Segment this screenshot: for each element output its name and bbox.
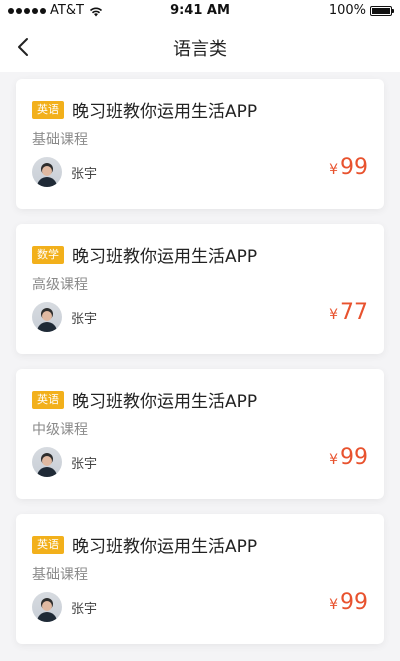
course-title-row: 英语 晚习班教你运用生活APP [32,387,257,412]
price: ¥ 99 [329,155,368,180]
course-level: 中级课程 [32,422,88,438]
currency-symbol: ¥ [329,162,338,178]
status-bar-right: 100% [328,3,394,18]
battery-percent: 100% [328,3,366,18]
price-amount: 99 [340,445,368,470]
battery-fill [372,7,390,14]
subject-tag: 英语 [32,390,64,409]
course-level: 高级课程 [32,277,88,293]
course-card[interactable]: 英语 晚习班教你运用生活APP 基础课程 张宇 ¥ 99 [16,79,384,209]
teacher-name: 张宇 [71,312,98,327]
subject-tag: 数学 [32,245,64,264]
battery-icon [370,5,394,16]
course-title: 晚习班教你运用生活APP [72,537,258,557]
subject-tag: 英语 [32,535,64,554]
course-title: 晚习班教你运用生活APP [72,102,258,122]
currency-symbol: ¥ [329,452,338,468]
price: ¥ 77 [329,300,368,325]
course-level: 基础课程 [32,567,88,583]
avatar [32,592,62,622]
nav-bar: 语言类 [0,22,400,72]
page-title: 语言类 [173,39,227,60]
price-amount: 77 [340,300,368,325]
subject-tag: 英语 [32,100,64,119]
price-amount: 99 [340,155,368,180]
course-title-row: 英语 晚习班教你运用生活APP [32,532,257,557]
course-card[interactable]: 英语 晚习班教你运用生活APP 基础课程 张宇 ¥ 99 [16,514,384,644]
price: ¥ 99 [329,445,368,470]
price: ¥ 99 [329,590,368,615]
course-card[interactable]: 数学 晚习班教你运用生活APP 高级课程 张宇 ¥ 77 [16,224,384,354]
course-card[interactable]: 英语 晚习班教你运用生活APP 中级课程 张宇 ¥ 99 [16,369,384,499]
avatar [32,302,62,332]
price-amount: 99 [340,590,368,615]
course-title: 晚习班教你运用生活APP [72,392,258,412]
avatar [32,157,62,187]
avatar [32,447,62,477]
course-level: 基础课程 [32,132,88,148]
teacher-name: 张宇 [71,457,98,472]
teacher-name: 张宇 [71,602,98,617]
course-title: 晚习班教你运用生活APP [72,247,258,267]
currency-symbol: ¥ [329,597,338,613]
currency-symbol: ¥ [329,307,338,323]
status-bar: AT&T 9:41 AM 100% [0,0,400,22]
course-title-row: 数学 晚习班教你运用生活APP [32,242,257,267]
teacher-name: 张宇 [71,167,98,182]
course-title-row: 英语 晚习班教你运用生活APP [32,97,257,122]
